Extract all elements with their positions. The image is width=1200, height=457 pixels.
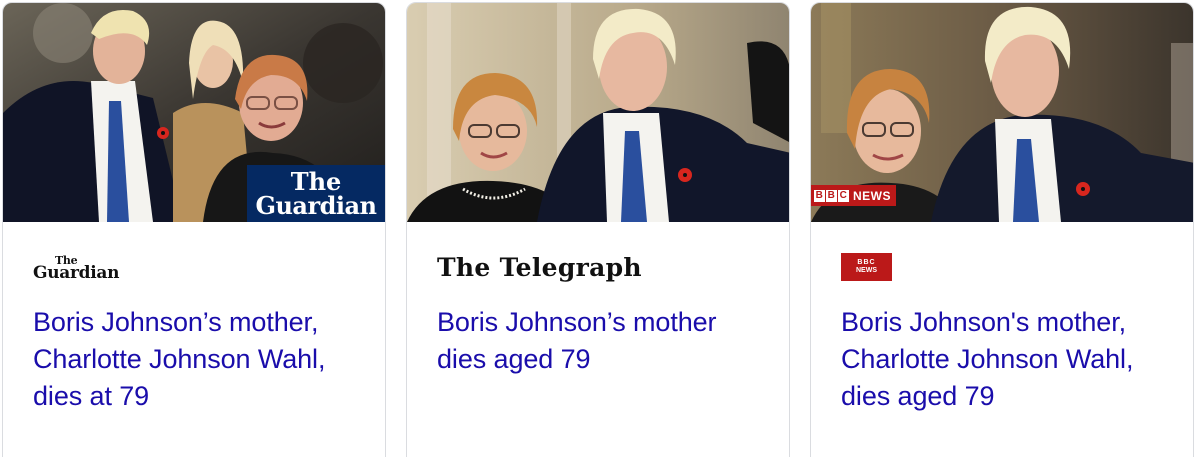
guardian-logo: The Guardian (33, 254, 120, 283)
headline-link[interactable]: Boris Johnson's mother, Charlotte Johnso… (841, 304, 1163, 415)
news-card-guardian[interactable]: The Guardian The Guardian Boris Johnson’… (2, 2, 386, 457)
news-thumbnail[interactable] (407, 3, 789, 222)
source-logo-guardian: The Guardian (33, 248, 355, 286)
bbc-watermark: B B C NEWS (811, 185, 896, 206)
telegraph-logo: The Telegraph (437, 252, 642, 282)
poppy-icon (157, 127, 169, 139)
headline-link[interactable]: Boris Johnson’s mother dies aged 79 (437, 304, 759, 378)
news-card-telegraph[interactable]: The Telegraph Boris Johnson’s mother die… (406, 2, 790, 457)
source-logo-telegraph: The Telegraph (437, 248, 759, 286)
poppy-icon (1076, 182, 1090, 196)
news-card-bbc[interactable]: B B C NEWS BBC NEWS Boris Johnson's moth… (810, 2, 1194, 457)
guardian-watermark: The Guardian (247, 165, 385, 222)
news-thumbnail[interactable]: The Guardian (3, 3, 385, 222)
poppy-icon (678, 168, 692, 182)
source-logo-bbc: BBC NEWS (841, 248, 1163, 286)
news-thumbnail[interactable]: B B C NEWS (811, 3, 1193, 222)
news-carousel: The Guardian The Guardian Boris Johnson’… (0, 0, 1200, 457)
bbc-news-logo: BBC NEWS (841, 253, 892, 281)
headline-link[interactable]: Boris Johnson’s mother, Charlotte Johnso… (33, 304, 355, 415)
thumbnail-photo (407, 3, 789, 222)
